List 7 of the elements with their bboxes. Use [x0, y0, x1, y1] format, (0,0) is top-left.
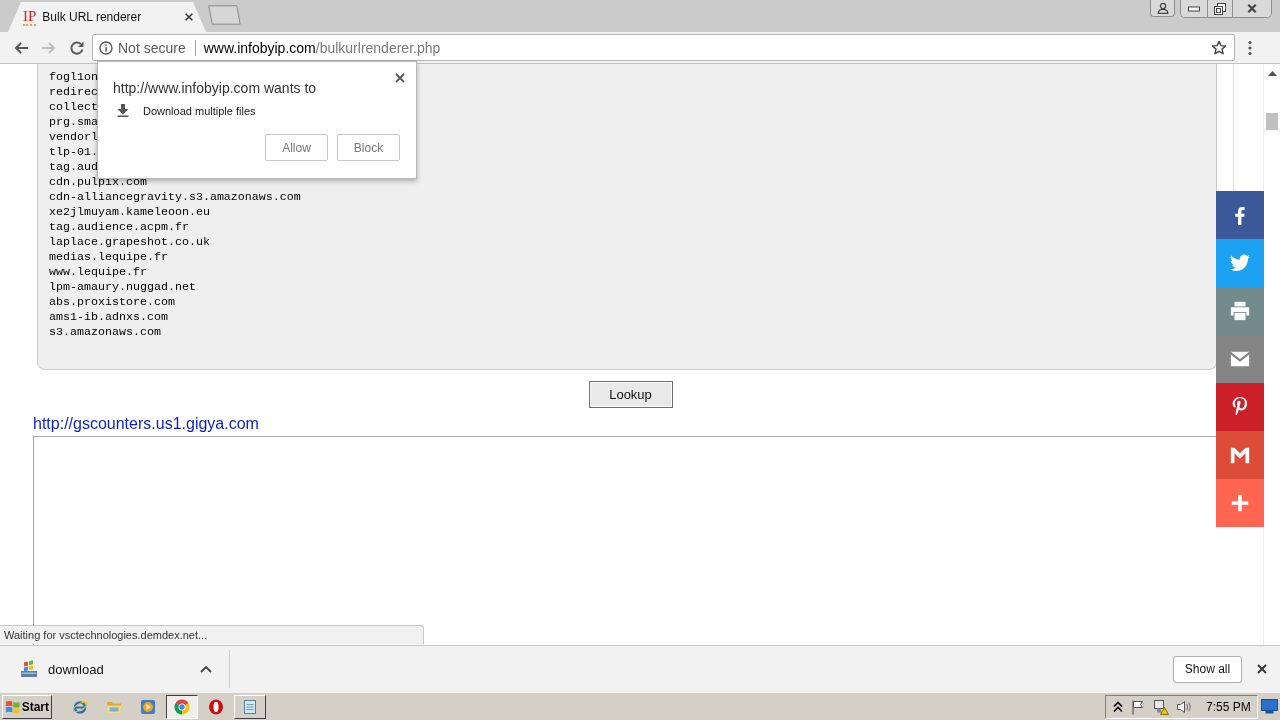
popup-message: http://www.infobyip.com wants to	[113, 80, 317, 96]
permission-text: Download multiple files	[143, 104, 256, 117]
clock-text: 7:55 PM	[1206, 699, 1251, 714]
url-text: www.infobyip.com/bulkurlrenderer.php	[203, 39, 441, 56]
security-label: Not secure	[118, 39, 186, 56]
status-text: Waiting for vsctechnologies.demdex.net...	[0, 625, 424, 644]
site-logo: IP	[23, 8, 37, 26]
